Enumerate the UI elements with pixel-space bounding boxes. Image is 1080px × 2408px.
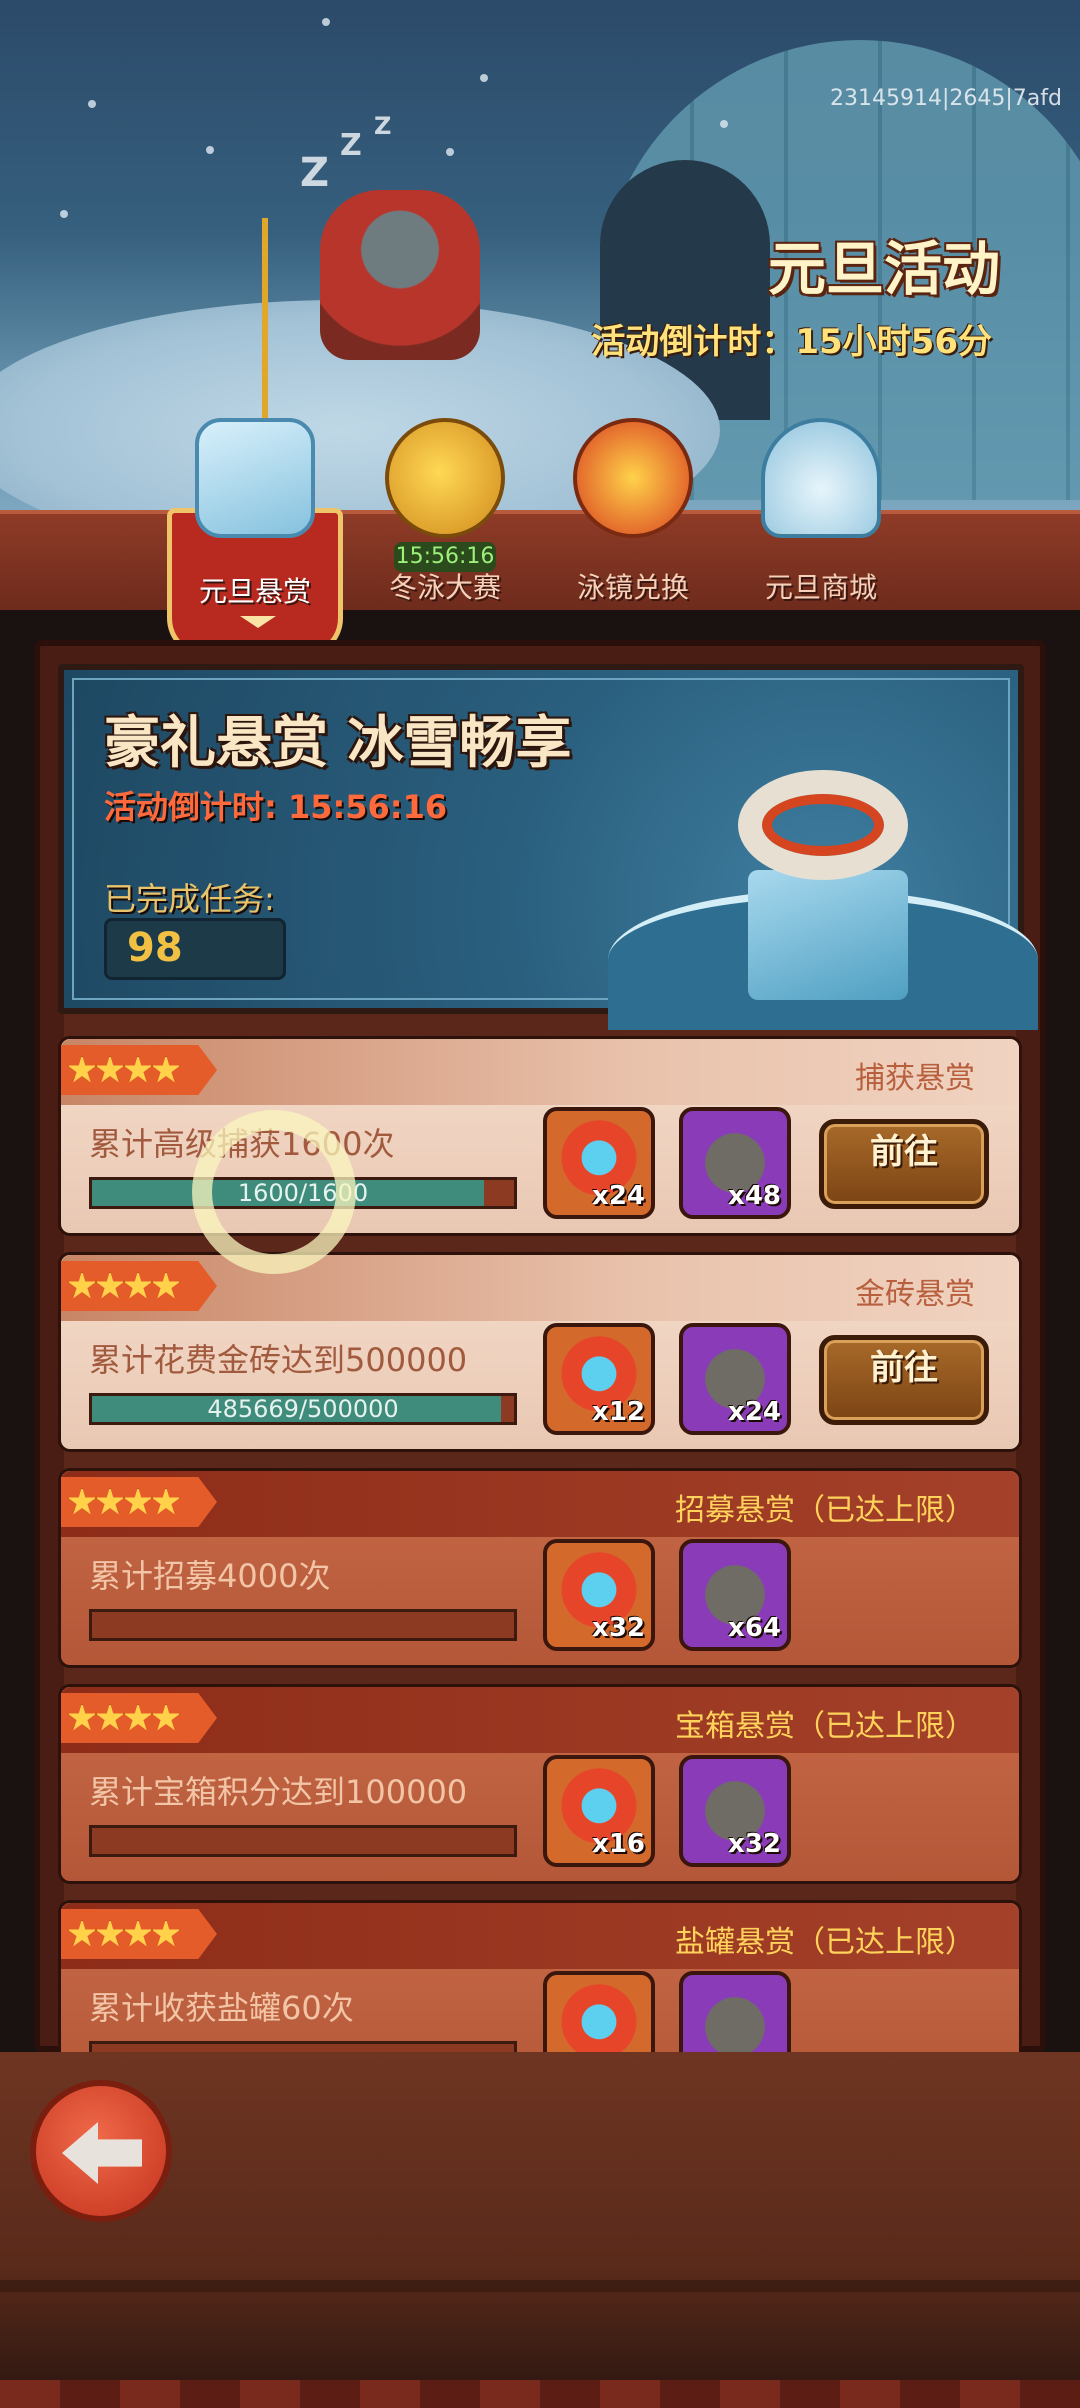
star-icon [67,1055,97,1083]
star-rating [61,1261,217,1311]
reward-kettle[interactable]: x48 [679,1107,791,1219]
star-icon [123,1703,153,1731]
task-description: 累计花费金砖达到500000 [89,1341,468,1379]
reward-kettle[interactable]: x24 [679,1323,791,1435]
star-icon [95,1271,125,1299]
task-category: 宝箱悬赏（已达上限） [675,1709,975,1744]
task-card-chest: 宝箱悬赏（已达上限） 累计宝箱积分达到100000 x16 x32 [58,1684,1022,1884]
back-button[interactable] [30,2080,172,2222]
task-description: 累计宝箱积分达到100000 [89,1773,468,1811]
star-rating [61,1909,217,1959]
reward-quantity: x32 [592,1613,645,1643]
reward-quantity: x48 [728,1181,781,1211]
tab-winter-swim[interactable]: 15:56:16 冬泳大赛 [360,418,530,608]
hero-title: 豪礼悬赏 冰雪畅享 [104,711,572,776]
reward-quantity: x24 [728,1397,781,1427]
reward-quantity: x16 [592,1829,645,1859]
tab-label: 冬泳大赛 [388,571,501,604]
reward-quantity: x32 [728,1829,781,1859]
fisher-character-art [320,190,480,360]
golden-fish-icon [385,418,505,538]
star-icon [95,1919,125,1947]
tab-new-year-bounty[interactable]: 元旦悬赏 [167,418,343,658]
sleep-z-icon: Z [300,150,330,196]
event-banner-scene: Z Z Z 23145914|2645|7afd 元旦活动 活动倒计时：15小时… [0,0,1080,520]
tab-bar [0,510,1080,610]
star-icon [67,1487,97,1515]
go-button[interactable]: 前往 [819,1119,989,1209]
task-description: 累计收获盐罐60次 [89,1989,354,2027]
star-icon [151,1919,181,1947]
hero-countdown: 活动倒计时: 15:56:16 [104,788,448,826]
activity-screen: Z Z Z 23145914|2645|7afd 元旦活动 活动倒计时：15小时… [0,0,1080,2408]
star-icon [67,1703,97,1731]
reward-snorkel-mask[interactable]: x12 [543,1323,655,1435]
task-progress-bar: 485669/500000 [89,1393,517,1425]
task-description: 累计招募4000次 [89,1557,331,1595]
reward-quantity: x24 [592,1181,645,1211]
goggles-icon [573,418,693,538]
active-indicator-icon [240,616,276,628]
tap-indicator [192,1110,356,1274]
task-card-gold-brick: 金砖悬赏 累计花费金砖达到500000 485669/500000 x12 x2… [58,1252,1022,1452]
task-progress-bar [89,1609,517,1641]
star-rating [61,1045,217,1095]
tab-label: 泳镜兑换 [576,571,689,604]
bottom-bar [0,2052,1080,2408]
bounty-hero-banner: 豪礼悬赏 冰雪畅享 活动倒计时: 15:56:16 已完成任务: 98 [58,664,1038,1030]
task-category: 盐罐悬赏（已达上限） [675,1925,975,1960]
tab-label: 元旦悬赏 [198,575,311,608]
reward-snorkel-mask[interactable]: x24 [543,1107,655,1219]
star-icon [95,1055,125,1083]
star-icon [67,1919,97,1947]
star-icon [67,1271,97,1299]
star-icon [151,1487,181,1515]
reward-snorkel-mask[interactable]: x32 [543,1539,655,1651]
star-icon [151,1271,181,1299]
star-icon [151,1055,181,1083]
event-countdown: 活动倒计时：15小时56分 [591,322,992,362]
completed-tasks-value: 98 [127,925,183,971]
star-icon [123,1055,153,1083]
swim-ring-ice-art [608,730,1038,1030]
reward-quantity: x64 [728,1613,781,1643]
tab-goggle-exchange[interactable]: 泳镜兑换 [548,418,718,608]
task-category: 捕获悬赏 [855,1061,975,1096]
star-icon [123,1919,153,1947]
igloo-icon [761,418,881,538]
star-rating [61,1477,217,1527]
reward-quantity: x12 [592,1397,645,1427]
star-icon [95,1703,125,1731]
star-rating [61,1693,217,1743]
task-category: 金砖悬赏 [855,1277,975,1312]
star-icon [123,1271,153,1299]
star-icon [123,1487,153,1515]
event-title: 元旦活动 [767,235,1000,303]
build-id: 23145914|2645|7afd [830,86,1062,111]
task-progress-bar [89,1825,517,1857]
star-icon [95,1487,125,1515]
star-icon [151,1703,181,1731]
task-category: 招募悬赏（已达上限） [675,1493,975,1528]
completed-tasks-box: 98 [104,918,286,980]
fishing-rod-art [262,218,268,418]
tab-label: 元旦商城 [764,571,877,604]
tab-new-year-shop[interactable]: 元旦商城 [736,418,906,608]
completed-tasks-label: 已完成任务: [104,880,275,918]
back-arrow-icon [62,2122,142,2184]
reward-snorkel-mask[interactable]: x16 [543,1755,655,1867]
task-progress-text: 485669/500000 [207,1395,399,1423]
reward-kettle[interactable]: x32 [679,1755,791,1867]
ice-block-icon [195,418,315,538]
task-card-recruit: 招募悬赏（已达上限） 累计招募4000次 x32 x64 [58,1468,1022,1668]
go-button[interactable]: 前往 [819,1335,989,1425]
reward-kettle[interactable]: x64 [679,1539,791,1651]
